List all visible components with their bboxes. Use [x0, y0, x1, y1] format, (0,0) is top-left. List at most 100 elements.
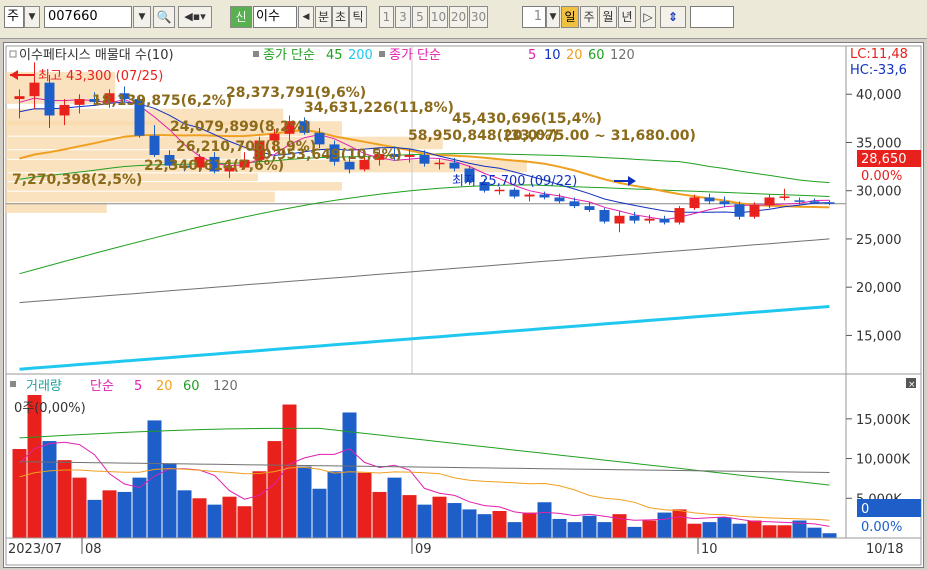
range-label: (33,075.00 ~ 31,680.00) [504, 128, 696, 144]
legend-ma5: 5 [528, 48, 536, 63]
search-icon[interactable]: 🔍 [153, 6, 175, 28]
legend-vol-ma20: 20 [156, 379, 173, 394]
interval-5[interactable]: 5 [412, 6, 428, 28]
period-second[interactable]: 초 [332, 6, 349, 28]
volume-bar [402, 495, 417, 538]
candle-body [539, 194, 550, 198]
interval-20[interactable]: 20 [449, 6, 468, 28]
legend-box-icon [10, 381, 16, 387]
code-value: 007660 [48, 9, 98, 24]
sound-icon[interactable]: ◀▪▾ [178, 6, 212, 28]
volume-profile-label: 45,430,696(15,4%) [452, 111, 602, 127]
volume-profile-label: 34,631,226(11,8%) [304, 100, 454, 116]
volume-bar [597, 522, 612, 538]
x-label-sep: 09 [415, 542, 432, 557]
stock-chart[interactable]: 18,139,875(6,2%)28,373,791(9,6%)34,631,2… [4, 43, 923, 567]
current-volume: 0 [861, 502, 869, 517]
candle-body [719, 201, 730, 205]
volume-bar [297, 466, 312, 538]
count-value: 1 [533, 9, 542, 24]
period-tick[interactable]: 틱 [349, 6, 367, 28]
interval-1-label: 1 [382, 10, 391, 24]
volume-bar [582, 515, 597, 538]
volume-bar [747, 520, 762, 538]
hc-label: HC:-33,6 [850, 63, 907, 78]
price-tick-label: 20,000 [856, 281, 902, 296]
volume-bar [507, 522, 522, 538]
candle-body [824, 202, 835, 204]
market-select[interactable]: 주 [4, 6, 24, 28]
period-year[interactable]: 년 [618, 6, 636, 28]
interval-10-label: 10 [430, 10, 447, 24]
legend-ma45: 45 [326, 48, 343, 63]
volume-bar [642, 520, 657, 538]
volume-bar [477, 514, 492, 538]
candle-body [59, 104, 70, 116]
volume-bar [807, 527, 822, 538]
period-year-label: 년 [621, 10, 633, 24]
volume-bar [687, 523, 702, 538]
interval-1[interactable]: 1 [379, 6, 394, 28]
interval-10[interactable]: 10 [429, 6, 448, 28]
current-change: 0.00% [861, 169, 902, 184]
market-label: 주 [7, 9, 19, 24]
stock-name: 이수 [253, 6, 297, 28]
credit-badge[interactable]: 신 [230, 6, 252, 28]
candle-body [554, 197, 565, 202]
price-tick-label: 25,000 [856, 233, 902, 248]
volume-bar [162, 463, 177, 538]
nav-prev-icon[interactable]: ◀ [298, 6, 314, 28]
updown-glyph: ⇕ [667, 10, 679, 24]
period-day[interactable]: 일 [561, 6, 579, 28]
legend-vol-ma60: 60 [183, 379, 200, 394]
interval-20-label: 20 [450, 10, 467, 24]
volume-profile-label: 28,373,791(9,6%) [226, 85, 366, 101]
period-week[interactable]: 주 [580, 6, 598, 28]
volume-profile-bar [6, 203, 107, 213]
candle-body [674, 208, 685, 223]
nav-next-glyph: ▷ [643, 10, 653, 24]
period-week-label: 주 [583, 10, 595, 24]
volume-profile-label: 18,139,875(6,2%) [92, 93, 232, 109]
extra-input[interactable] [690, 6, 734, 28]
code-dropdown-button[interactable]: ▼ [133, 6, 151, 28]
count-dropdown-button[interactable]: ▼ [546, 6, 560, 28]
candle-body [734, 204, 745, 217]
interval-3[interactable]: 3 [395, 6, 411, 28]
code-input[interactable]: 007660 [44, 6, 132, 28]
market-dropdown-button[interactable]: ▼ [24, 6, 40, 28]
candle-body [629, 215, 640, 221]
volume-bar [117, 491, 132, 538]
candle-body [524, 194, 535, 197]
period-tick-label: 틱 [352, 10, 364, 24]
count-input[interactable]: 1 [522, 6, 546, 28]
volume-bar [207, 504, 222, 538]
volume-bar [42, 441, 57, 538]
x-right-date: 10/18 [866, 542, 903, 557]
x-label-jul: 2023/07 [8, 542, 62, 557]
high-label: 최고 43,300 (07/25) [38, 69, 163, 84]
period-month[interactable]: 월 [599, 6, 617, 28]
candle-body [509, 189, 520, 197]
candle-body [764, 197, 775, 206]
volume-bar [87, 499, 102, 538]
volume-bar [102, 490, 117, 538]
period-second-label: 초 [334, 10, 347, 24]
updown-icon[interactable]: ⇕ [660, 6, 686, 28]
price-tick-label: 15,000 [856, 329, 902, 344]
credit-badge-label: 신 [235, 10, 247, 24]
volume-bar [312, 488, 327, 538]
interval-30[interactable]: 30 [469, 6, 488, 28]
candle-body [599, 210, 610, 222]
interval-30-label: 30 [470, 10, 487, 24]
volume-bar [252, 471, 267, 538]
legend-ma60: 60 [588, 48, 605, 63]
price-tick-label: 35,000 [856, 136, 902, 151]
period-minute[interactable]: 분 [315, 6, 332, 28]
nav-next-icon[interactable]: ▷ [640, 6, 656, 28]
volume-bar [537, 502, 552, 538]
legend-ma-label2: 종가 단순 [389, 48, 441, 63]
price-tick-label: 40,000 [856, 88, 902, 103]
volume-bar [492, 510, 507, 538]
candle-body [689, 197, 700, 209]
